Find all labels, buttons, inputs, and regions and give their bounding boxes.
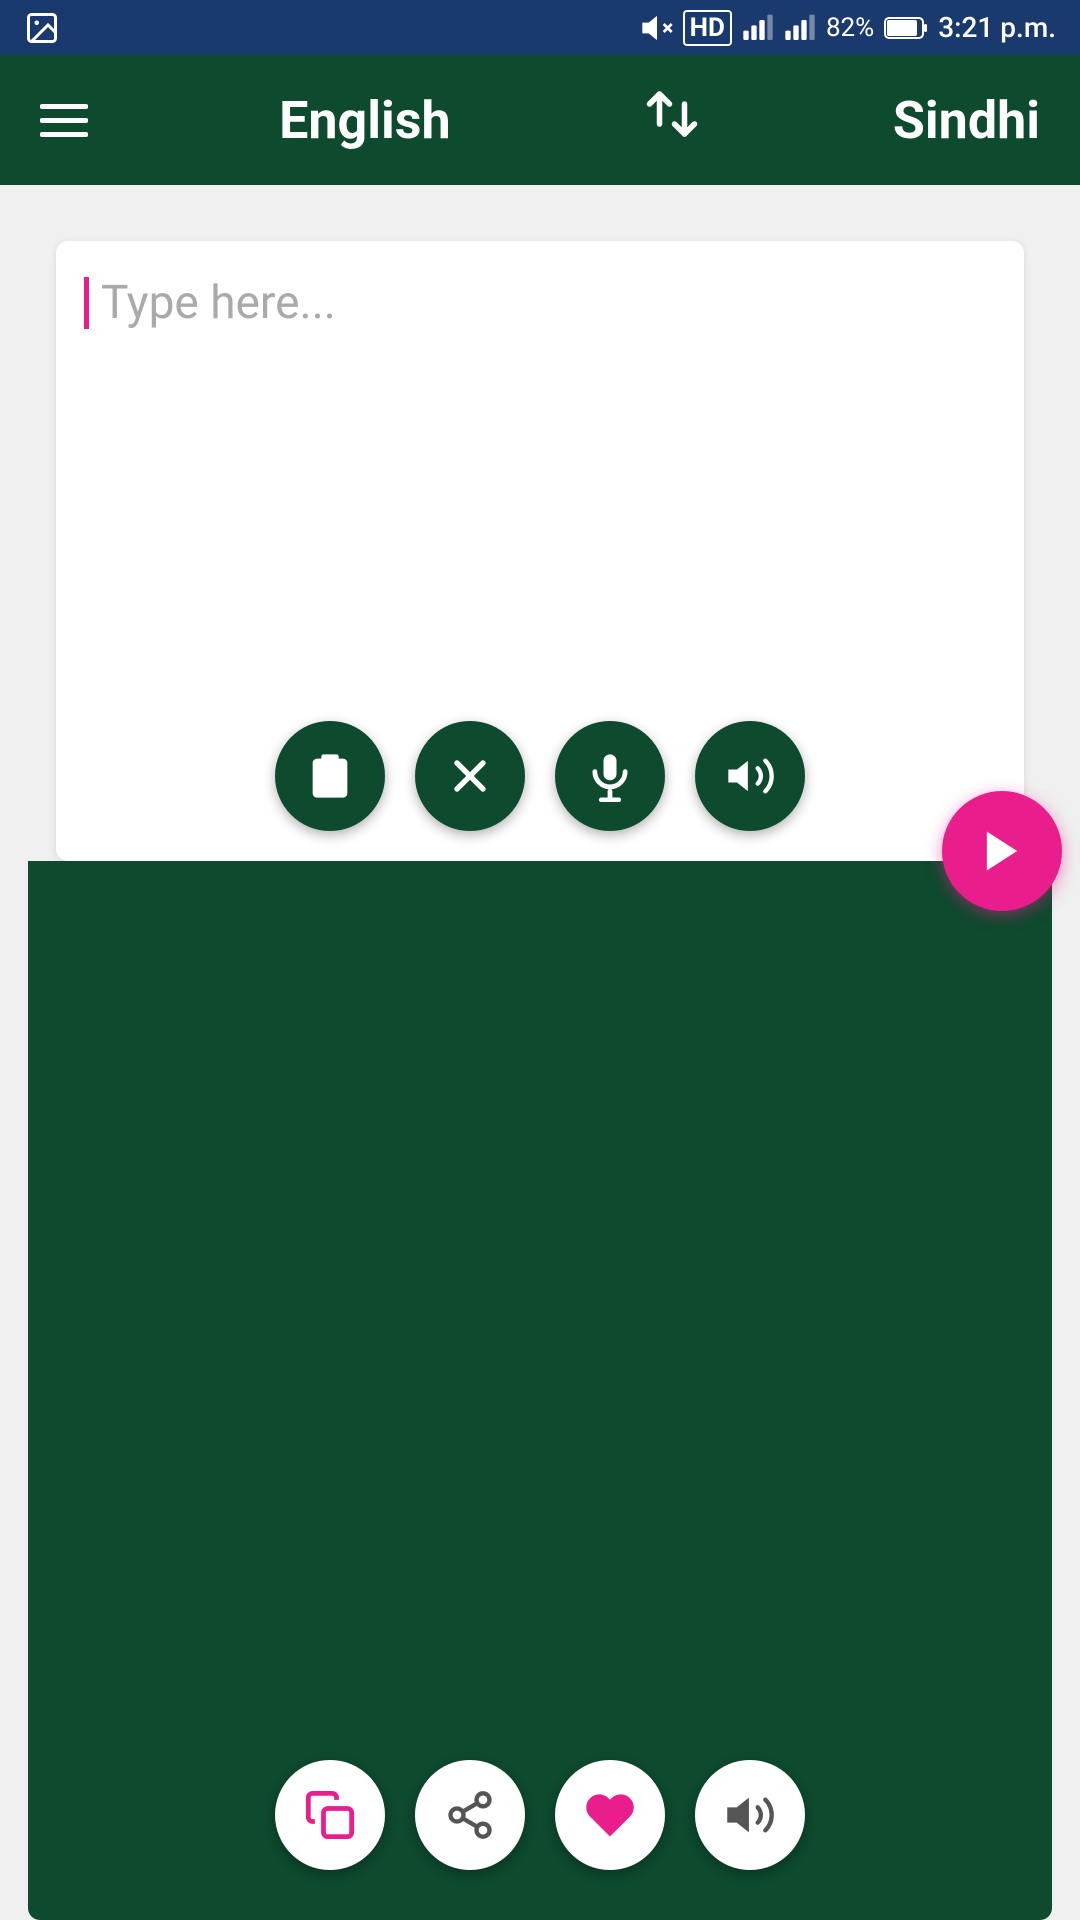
output-speaker-button[interactable] (695, 1760, 805, 1870)
send-button[interactable] (942, 791, 1062, 911)
battery-percent: 82% (826, 13, 874, 43)
input-container: Type here... (28, 213, 1052, 861)
output-favorite-button[interactable] (555, 1760, 665, 1870)
image-icon (24, 10, 60, 46)
output-copy-button[interactable] (275, 1760, 385, 1870)
output-copy-icon (304, 1789, 356, 1841)
text-cursor (84, 277, 89, 329)
clear-icon (444, 750, 496, 802)
swap-icon (642, 84, 702, 144)
status-bar: HD 82% 3:21 p.m. (0, 0, 1080, 55)
output-share-icon (444, 1789, 496, 1841)
input-section: Type here... (56, 241, 1024, 861)
status-right-icons: HD 82% 3:21 p.m. (641, 10, 1056, 46)
input-action-buttons (275, 721, 805, 831)
input-speaker-button[interactable] (695, 721, 805, 831)
output-speaker-icon (724, 1789, 776, 1841)
input-placeholder: Type here... (101, 276, 336, 330)
swap-languages-button[interactable] (642, 84, 702, 157)
battery-icon (884, 14, 928, 42)
status-time: 3:21 p.m. (938, 11, 1056, 44)
menu-button[interactable] (40, 104, 88, 137)
mute-icon (641, 12, 673, 44)
clipboard-icon (304, 750, 356, 802)
hd-badge: HD (683, 10, 732, 46)
microphone-button[interactable] (555, 721, 665, 831)
clear-button[interactable] (415, 721, 525, 831)
source-language[interactable]: English (279, 90, 450, 151)
menu-line-1 (40, 104, 88, 109)
output-section (28, 861, 1052, 1920)
signal-icon-2 (784, 12, 816, 44)
microphone-icon (584, 750, 636, 802)
menu-line-2 (40, 118, 88, 123)
output-action-buttons (275, 1760, 805, 1870)
input-speaker-icon (724, 750, 776, 802)
output-heart-icon (584, 1789, 636, 1841)
target-language[interactable]: Sindhi (893, 90, 1040, 151)
app-header: English Sindhi (0, 55, 1080, 185)
signal-icon-1 (742, 12, 774, 44)
menu-line-3 (40, 132, 88, 137)
output-share-button[interactable] (415, 1760, 525, 1870)
status-left-icons (24, 0, 60, 55)
clipboard-button[interactable] (275, 721, 385, 831)
input-wrapper: Type here... (84, 271, 996, 335)
send-icon (976, 825, 1028, 877)
